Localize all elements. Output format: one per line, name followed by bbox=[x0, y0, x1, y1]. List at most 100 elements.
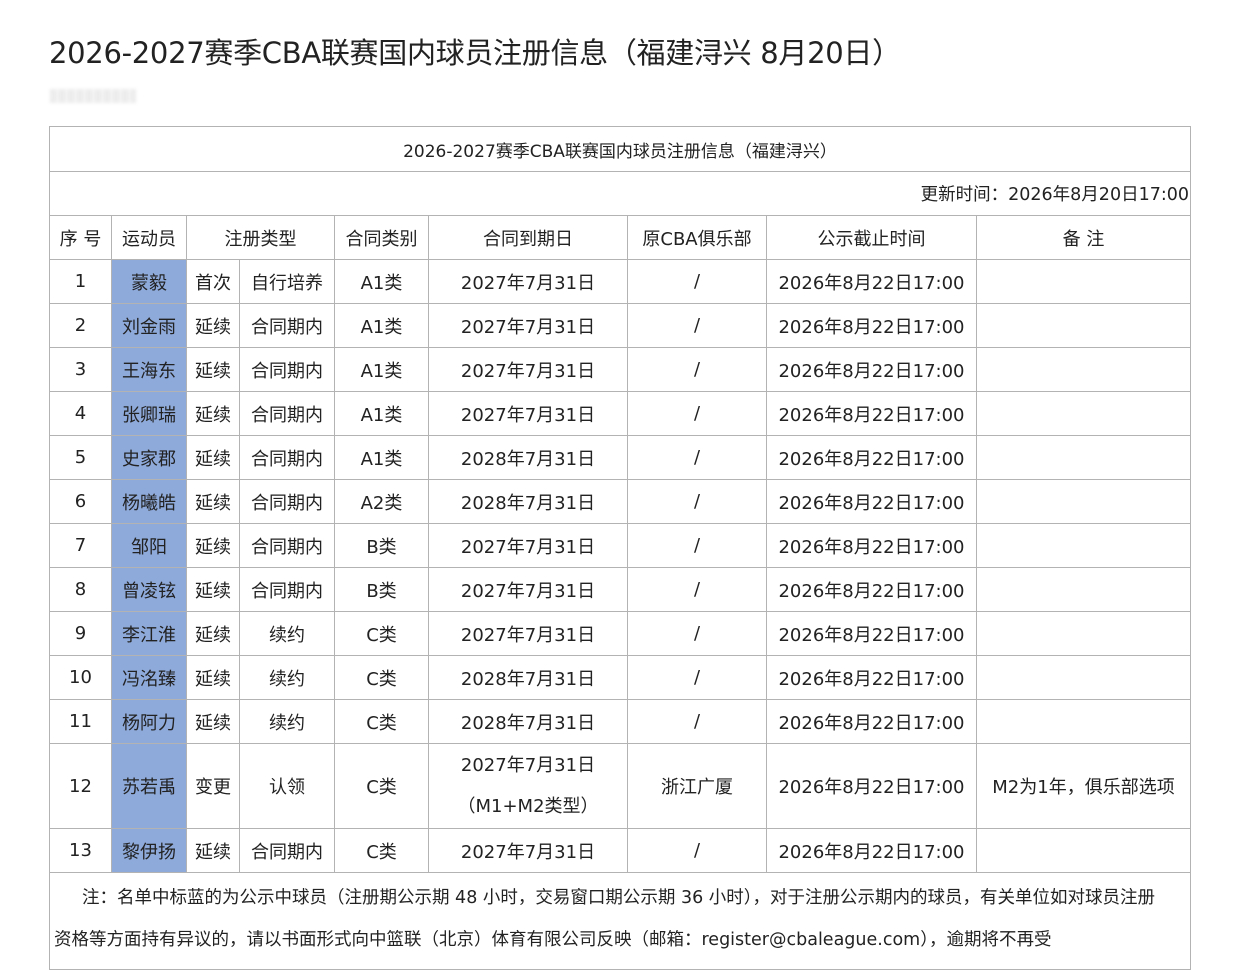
cell-reg-primary: 延续 bbox=[186, 699, 240, 744]
cell-deadline: 2026年8月22日17:00 bbox=[766, 655, 977, 700]
cell-reg-secondary: 合同期内 bbox=[239, 479, 335, 524]
cell-expiry: 2027年7月31日 bbox=[428, 259, 628, 304]
cell-former-club: / bbox=[627, 523, 767, 568]
cell-player: 王海东 bbox=[111, 347, 187, 392]
cell-former-club: / bbox=[627, 611, 767, 656]
header-former-club: 原CBA俱乐部 bbox=[627, 215, 767, 260]
cell-contract-category: A1类 bbox=[334, 391, 429, 436]
cell-player: 苏若禹 bbox=[111, 743, 187, 829]
cell-deadline: 2026年8月22日17:00 bbox=[766, 435, 977, 480]
cell-reg-secondary: 合同期内 bbox=[239, 347, 335, 392]
cell-reg-primary: 延续 bbox=[186, 479, 240, 524]
cell-note bbox=[975, 523, 1192, 568]
cell-expiry: 2028年7月31日 bbox=[428, 655, 628, 700]
cell-no: 1 bbox=[49, 259, 112, 304]
cell-note bbox=[975, 435, 1192, 480]
cell-reg-secondary: 合同期内 bbox=[239, 828, 335, 873]
cell-reg-secondary: 认领 bbox=[239, 743, 335, 829]
cell-expiry: 2027年7月31日 bbox=[428, 828, 628, 873]
cell-no: 12 bbox=[49, 743, 112, 829]
cell-player: 史家郡 bbox=[111, 435, 187, 480]
cell-note bbox=[975, 391, 1192, 436]
cell-deadline: 2026年8月22日17:00 bbox=[766, 347, 977, 392]
table-row: 3 王海东 延续 合同期内 A1类 2027年7月31日/2026年8月22日17:00 bbox=[49, 347, 1192, 392]
cell-reg-secondary: 自行培养 bbox=[239, 259, 335, 304]
cell-player: 邹阳 bbox=[111, 523, 187, 568]
cell-note bbox=[975, 303, 1192, 348]
cell-no: 7 bbox=[49, 523, 112, 568]
cell-contract-category: C类 bbox=[334, 699, 429, 744]
cell-player: 冯洺臻 bbox=[111, 655, 187, 700]
cell-reg-secondary: 合同期内 bbox=[239, 391, 335, 436]
cell-deadline: 2026年8月22日17:00 bbox=[766, 523, 977, 568]
cell-no: 2 bbox=[49, 303, 112, 348]
cell-no: 6 bbox=[49, 479, 112, 524]
cell-expiry: 2028年7月31日 bbox=[428, 435, 628, 480]
header-no: 序 号 bbox=[49, 215, 112, 260]
footnote: 注：名单中标蓝的为公示中球员（注册期公示期 48 小时，交易窗口期公示期 36 … bbox=[48, 872, 1192, 970]
cell-former-club: / bbox=[627, 567, 767, 612]
cell-expiry: 2028年7月31日 bbox=[428, 479, 628, 524]
cell-reg-secondary: 续约 bbox=[239, 699, 335, 744]
table-row: 2 刘金雨 延续 合同期内 A1类 2027年7月31日/2026年8月22日17:00 bbox=[49, 303, 1192, 348]
blurred-meta-text bbox=[50, 89, 136, 103]
table-row: 6 杨曦皓 延续 合同期内 A2类 2028年7月31日/2026年8月22日17:00 bbox=[49, 479, 1192, 524]
cell-contract-category: C类 bbox=[334, 828, 429, 873]
cell-deadline: 2026年8月22日17:00 bbox=[766, 743, 977, 829]
table-row: 12 苏若禹 变更 认领 C类 2027年7月31日 （M1+M2类型） 浙江广厦 2026年8… bbox=[49, 743, 1192, 829]
table-row: 10 冯洺臻 延续 续约 C类 2028年7月31日/2026年8月22日17:00 bbox=[49, 655, 1192, 700]
table-row: 13 黎伊扬 延续 合同期内 C类 2027年7月31日/2026年8月22日17:00 bbox=[49, 828, 1192, 873]
cell-deadline: 2026年8月22日17:00 bbox=[766, 479, 977, 524]
cell-former-club: / bbox=[627, 391, 767, 436]
cell-former-club: / bbox=[627, 655, 767, 700]
update-time: 更新时间：2026年8月20日17:00 bbox=[48, 171, 1192, 216]
header-contract-category: 合同类别 bbox=[334, 215, 429, 260]
table-row: 4 张卿瑞 延续 合同期内 A1类 2027年7月31日/2026年8月22日17:00 bbox=[49, 391, 1192, 436]
cell-expiry: 2027年7月31日 bbox=[428, 611, 628, 656]
cell-reg-primary: 延续 bbox=[186, 303, 240, 348]
cell-note bbox=[975, 828, 1192, 873]
cell-note bbox=[975, 567, 1192, 612]
cell-player: 黎伊扬 bbox=[111, 828, 187, 873]
header-note: 备 注 bbox=[975, 215, 1192, 260]
cell-deadline: 2026年8月22日17:00 bbox=[766, 567, 977, 612]
cell-reg-secondary: 合同期内 bbox=[239, 523, 335, 568]
cell-former-club: / bbox=[627, 828, 767, 873]
cell-former-club: / bbox=[627, 435, 767, 480]
cell-no: 8 bbox=[49, 567, 112, 612]
cell-no: 5 bbox=[49, 435, 112, 480]
cell-no: 13 bbox=[49, 828, 112, 873]
cell-no: 10 bbox=[49, 655, 112, 700]
cell-no: 9 bbox=[49, 611, 112, 656]
cell-player: 杨阿力 bbox=[111, 699, 187, 744]
cell-deadline: 2026年8月22日17:00 bbox=[766, 611, 977, 656]
cell-reg-primary: 延续 bbox=[186, 655, 240, 700]
cell-contract-category: B类 bbox=[334, 567, 429, 612]
cell-no: 4 bbox=[49, 391, 112, 436]
cell-reg-primary: 延续 bbox=[186, 347, 240, 392]
cell-former-club: / bbox=[627, 347, 767, 392]
cell-contract-category: C类 bbox=[334, 655, 429, 700]
cell-note bbox=[975, 347, 1192, 392]
cell-former-club: / bbox=[627, 259, 767, 304]
page-title: 2026-2027赛季CBA联赛国内球员注册信息（福建浔兴 8月20日） bbox=[49, 36, 901, 70]
cell-note bbox=[975, 611, 1192, 656]
cell-contract-category: A2类 bbox=[334, 479, 429, 524]
cell-reg-primary: 延续 bbox=[186, 567, 240, 612]
table-row: 8 曾凌铉 延续 合同期内 B类 2027年7月31日/2026年8月22日17:00 bbox=[49, 567, 1192, 612]
cell-player: 李江淮 bbox=[111, 611, 187, 656]
cell-reg-primary: 延续 bbox=[186, 435, 240, 480]
table-row: 9 李江淮 延续 续约 C类 2027年7月31日/2026年8月22日17:00 bbox=[49, 611, 1192, 656]
cell-former-club: / bbox=[627, 479, 767, 524]
cell-note bbox=[975, 259, 1192, 304]
table-row: 11 杨阿力 延续 续约 C类 2028年7月31日/2026年8月22日17:00 bbox=[49, 699, 1192, 744]
cell-expiry: 2027年7月31日 bbox=[428, 347, 628, 392]
header-reg-type: 注册类型 bbox=[186, 215, 335, 260]
cell-no: 11 bbox=[49, 699, 112, 744]
registration-table: 2026-2027赛季CBA联赛国内球员注册信息（福建浔兴） 更新时间：2026… bbox=[48, 126, 1192, 970]
cell-reg-secondary: 合同期内 bbox=[239, 303, 335, 348]
cell-contract-category: C类 bbox=[334, 743, 429, 829]
cell-contract-category: A1类 bbox=[334, 347, 429, 392]
cell-expiry: 2027年7月31日 （M1+M2类型） bbox=[428, 743, 628, 829]
cell-contract-category: A1类 bbox=[334, 303, 429, 348]
